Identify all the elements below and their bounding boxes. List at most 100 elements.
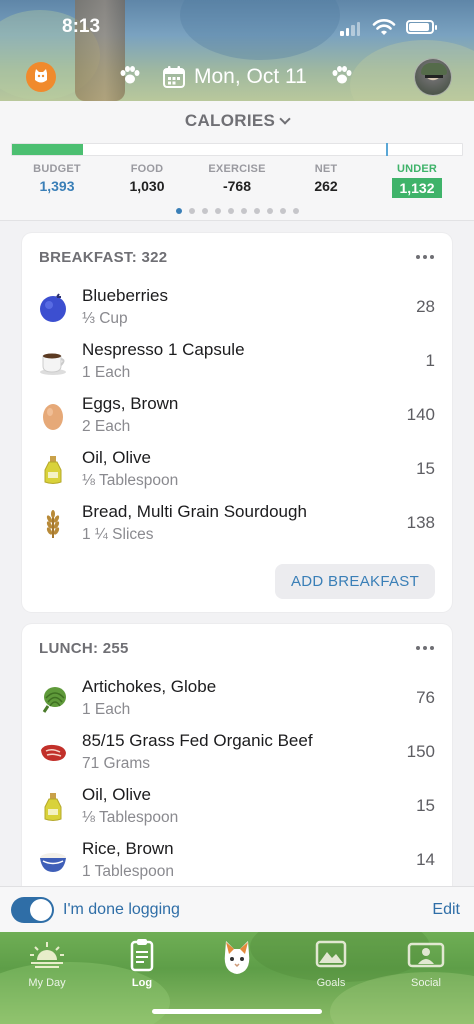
done-logging-label: I'm done logging [63,901,180,918]
mountain-icon [315,940,347,968]
progress-fill [12,144,83,155]
stat-label: NET [314,163,338,175]
current-date: Mon, Oct 11 [194,65,307,88]
food-item[interactable]: Oil, Olive ⅛ Tablespoon 15 [22,443,452,497]
calories-summary: CALORIES BUDGET 1,393 FOOD 1,030 EXERCIS… [0,101,474,221]
calendar-icon [163,66,185,88]
pager-dot[interactable] [240,208,247,214]
food-name: Blueberries [82,286,168,305]
food-calories: 76 [416,688,435,707]
tab-label: My Day [28,977,66,989]
rice-bowl-icon [40,853,66,872]
food-item[interactable]: Nespresso 1 Capsule 1 Each 1 [22,335,452,389]
tab-my-day[interactable]: My Day [7,938,87,989]
food-calories: 14 [416,850,435,869]
food-quantity: ⅛ Tablespoon [82,809,179,826]
egg-icon [43,404,63,430]
calorie-stats: BUDGET 1,393 FOOD 1,030 EXERCISE -768 NE… [0,163,474,198]
stat-label: BUDGET [33,163,81,175]
tab-goals[interactable]: Goals [291,938,371,989]
pager-dot[interactable] [266,208,273,214]
stat-value: 262 [314,178,338,194]
food-name: 85/15 Grass Fed Organic Beef [82,731,313,750]
tab-label: Log [131,977,153,989]
food-quantity: 1 Each [82,364,131,381]
food-calories: 15 [416,459,435,478]
budget-marker [386,143,388,156]
clipboard-icon [130,939,154,972]
food-item[interactable]: Blueberries ⅓ Cup 28 [22,281,452,335]
tab-social[interactable]: Social [386,938,466,989]
pager-dots[interactable] [0,208,474,214]
food-item[interactable]: Artichokes, Globe 1 Each 76 [22,672,452,726]
food-quantity: 1 Tablespoon [82,863,174,880]
stat-label: EXERCISE [208,163,266,175]
food-calories: 15 [416,796,435,815]
more-options-icon[interactable] [416,255,434,259]
tab-cat[interactable] [197,938,277,983]
calorie-progress-bar [11,143,463,156]
date-selector[interactable]: Mon, Oct 11 [162,62,307,92]
pager-dot[interactable] [214,208,221,214]
app-logo-icon[interactable] [26,62,56,92]
coffee-cup-icon [40,353,66,375]
food-item[interactable]: Eggs, Brown 2 Each 140 [22,389,452,443]
stat-value: 1,132 [392,178,442,198]
more-options-icon[interactable] [416,646,434,650]
paw-next-icon[interactable] [330,64,354,88]
header-nav: Mon, Oct 11 [0,58,474,98]
pager-dot[interactable] [292,208,299,214]
pager-dot[interactable] [227,208,234,214]
lunch-title: LUNCH: 255 [39,640,129,657]
people-icon [407,942,445,968]
pager-dot[interactable] [175,208,182,214]
food-name: Oil, Olive [82,448,151,467]
food-name: Oil, Olive [82,785,151,804]
steak-icon [41,744,66,761]
cat-icon [224,941,250,974]
food-item[interactable]: Oil, Olive ⅛ Tablespoon 15 [22,780,452,834]
food-name: Rice, Brown [82,839,174,858]
home-indicator [152,1009,322,1014]
olive-oil-icon [44,456,62,484]
status-bar: 8:13 [0,0,474,52]
edit-button[interactable]: Edit [432,901,460,919]
breakfast-card: BREAKFAST: 322 Blueberries ⅓ Cup 28 Nesp… [22,233,452,612]
calories-dropdown[interactable]: CALORIES [0,111,474,131]
stat-budget[interactable]: BUDGET 1,393 [31,163,83,194]
pager-dot[interactable] [279,208,286,214]
pager-dot[interactable] [188,208,195,214]
breakfast-title: BREAKFAST: 322 [39,249,168,266]
food-name: Bread, Multi Grain Sourdough [82,502,307,521]
battery-icon [406,20,437,34]
sunrise-icon [30,942,64,968]
pager-dot[interactable] [201,208,208,214]
artichoke-icon [42,687,66,713]
paw-previous-icon[interactable] [118,64,142,88]
add-breakfast-button[interactable]: ADD BREAKFAST [275,564,435,599]
stat-label: UNDER [396,163,438,175]
food-name: Nespresso 1 Capsule [82,340,245,359]
stat-under[interactable]: UNDER 1,132 [392,163,442,198]
lunch-card: LUNCH: 255 Artichokes, Globe 1 Each 76 8… [22,624,452,924]
stat-net[interactable]: NET 262 [306,163,346,194]
food-calories: 1 [425,351,435,370]
food-calories: 140 [406,405,435,424]
stat-exercise[interactable]: EXERCISE -768 [205,163,269,194]
stat-value: 1,393 [39,178,75,194]
stat-food[interactable]: FOOD 1,030 [122,163,172,194]
food-quantity: 1 ¼ Slices [82,526,154,543]
food-item[interactable]: Bread, Multi Grain Sourdough 1 ¼ Slices … [22,497,452,551]
food-item[interactable]: Rice, Brown 1 Tablespoon 14 [22,834,452,888]
user-avatar[interactable] [414,58,452,96]
pager-dot[interactable] [253,208,260,214]
wifi-icon [372,19,396,35]
done-logging-toggle[interactable] [11,897,54,923]
food-item[interactable]: 85/15 Grass Fed Organic Beef 71 Grams 15… [22,726,452,780]
tab-bar: My Day Log Goals Social [0,932,474,1024]
tab-log[interactable]: Log [102,938,182,989]
food-name: Eggs, Brown [82,394,179,413]
food-name: Artichokes, Globe [82,677,217,696]
stat-value: -768 [222,178,252,194]
food-quantity: 1 Each [82,701,131,718]
